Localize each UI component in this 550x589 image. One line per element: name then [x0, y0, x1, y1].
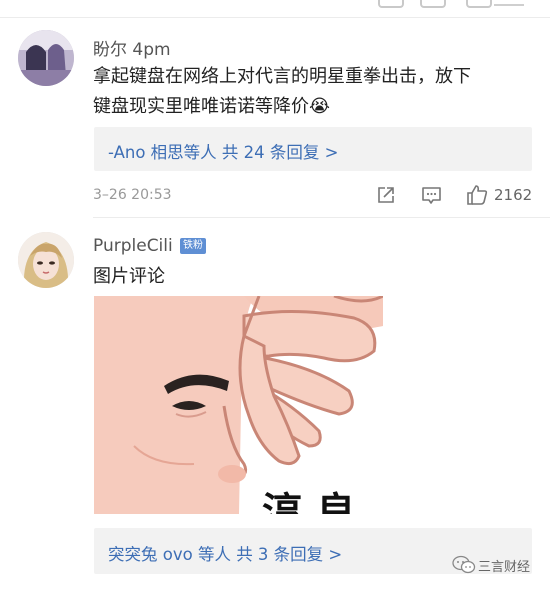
- wechat-logo-icon: [452, 555, 476, 579]
- thumbs-up-icon: [466, 0, 492, 8]
- fan-badge: 铁粉: [180, 238, 206, 254]
- thumbs-up-icon[interactable]: [466, 184, 488, 210]
- comment-date: 3–26 20:53: [93, 187, 172, 203]
- watermark-text: 三言财经: [478, 560, 531, 575]
- share-icon[interactable]: [376, 185, 396, 209]
- like-count: [494, 0, 524, 6]
- username[interactable]: 盼尔 4pm: [93, 35, 171, 60]
- share-icon: [378, 0, 404, 8]
- like-count: 2162: [494, 186, 533, 204]
- comment-image[interactable]: 淳 良: [94, 296, 383, 514]
- reply-summary-link[interactable]: 突突兔 ovo 等人 共 3 条回复 >: [108, 541, 342, 565]
- post-time: 4pm: [132, 40, 171, 60]
- previous-comment-actions-fragment: [0, 0, 550, 16]
- reply-summary-link[interactable]: -Ano 相思等人 共 24 条回复 >: [108, 139, 338, 163]
- comment-icon[interactable]: [421, 186, 442, 209]
- username[interactable]: PurpleCili: [93, 236, 173, 256]
- divider: [0, 17, 550, 18]
- divider: [93, 217, 550, 218]
- comment-text: 拿起键盘在网络上对代言的明星重拳出击，放下 键盘现实里唯唯诺诺等降价😭: [93, 66, 471, 117]
- avatar[interactable]: [18, 30, 74, 86]
- comment-icon: [420, 0, 446, 8]
- image-caption: 淳 良: [262, 490, 356, 514]
- avatar[interactable]: [18, 232, 74, 288]
- comment-text: 图片评论: [93, 266, 165, 287]
- crying-emoji: 😭: [309, 96, 331, 117]
